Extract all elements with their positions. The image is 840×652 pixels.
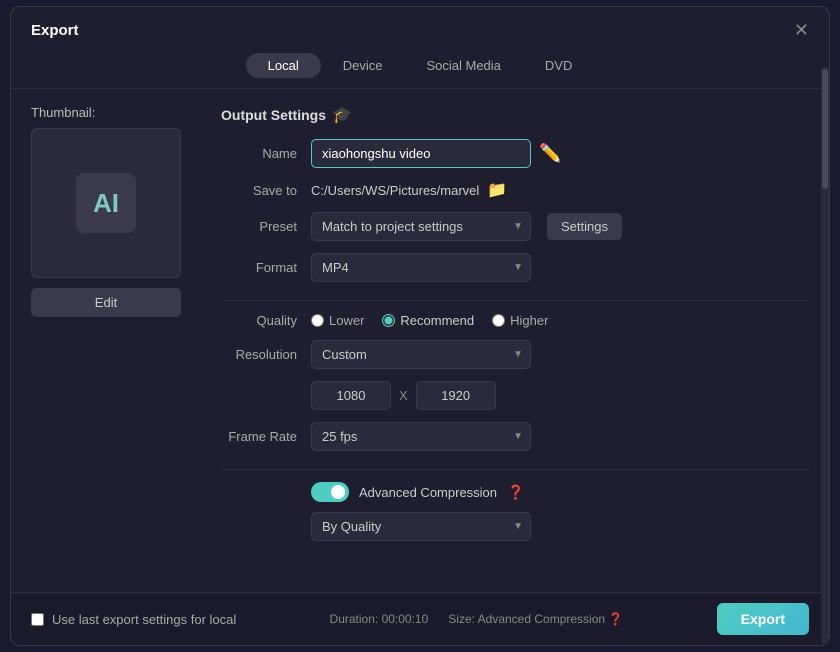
quality-higher-text: Higher xyxy=(510,313,548,328)
thumbnail-label: Thumbnail: xyxy=(31,105,95,120)
dialog-title: Export xyxy=(31,22,79,39)
quality-lower-text: Lower xyxy=(329,313,364,328)
resolution-select[interactable]: Custom xyxy=(311,340,531,369)
thumbnail-icon: AI xyxy=(76,173,136,233)
quality-control: Lower Recommend Higher xyxy=(311,313,809,328)
compression-quality-row: By Quality ▼ xyxy=(221,512,809,541)
size-text: Size: Advanced Compression ❓ xyxy=(448,612,623,626)
section-title: Output Settings 🎓 xyxy=(221,105,809,125)
size-help-icon[interactable]: ❓ xyxy=(608,612,623,626)
quality-lower-label[interactable]: Lower xyxy=(311,313,364,328)
footer: Use last export settings for local Durat… xyxy=(11,592,829,645)
resolution-control: Custom ▼ xyxy=(311,340,809,369)
dialog-header: Export ✕ xyxy=(11,7,829,39)
thumbnail-box: AI xyxy=(31,128,181,278)
output-settings-label: Output Settings xyxy=(221,107,326,123)
export-dialog: Export ✕ Local Device Social Media DVD T… xyxy=(10,6,830,646)
format-select[interactable]: MP4 xyxy=(311,253,531,282)
left-panel: Thumbnail: AI Edit xyxy=(31,105,201,576)
preset-control: Match to project settings ▼ Settings xyxy=(311,212,809,241)
quality-label: Quality xyxy=(221,313,311,328)
quality-radio-group: Lower Recommend Higher xyxy=(311,313,548,328)
settings-button[interactable]: Settings xyxy=(547,213,622,240)
quality-recommend-label[interactable]: Recommend xyxy=(382,313,474,328)
save-path: C:/Users/WS/Pictures/marvel xyxy=(311,183,479,198)
frame-rate-control: 25 fps ▼ xyxy=(311,422,809,451)
help-icon[interactable]: ❓ xyxy=(507,484,524,501)
divider-2 xyxy=(221,469,809,470)
edit-button[interactable]: Edit xyxy=(31,288,181,317)
by-quality-select[interactable]: By Quality xyxy=(311,512,531,541)
format-select-wrap: MP4 ▼ xyxy=(311,253,531,282)
frame-rate-select[interactable]: 25 fps xyxy=(311,422,531,451)
dimensions-row: X xyxy=(221,381,809,410)
preset-label: Preset xyxy=(221,219,311,234)
quality-recommend-text: Recommend xyxy=(400,313,474,328)
preset-select[interactable]: Match to project settings xyxy=(311,212,531,241)
footer-info: Duration: 00:00:10 Size: Advanced Compre… xyxy=(330,612,624,626)
advanced-compression-label: Advanced Compression xyxy=(359,485,497,500)
format-label: Format xyxy=(221,260,311,275)
advanced-compression-toggle[interactable] xyxy=(311,482,349,502)
quality-row: Quality Lower Recommend High xyxy=(221,313,809,328)
use-last-settings-checkbox[interactable] xyxy=(31,613,44,626)
close-button[interactable]: ✕ xyxy=(794,21,809,39)
settings-icon: 🎓 xyxy=(332,105,352,125)
tab-dvd[interactable]: DVD xyxy=(523,53,594,78)
quality-higher-radio[interactable] xyxy=(492,314,505,327)
save-to-control: C:/Users/WS/Pictures/marvel 📁 xyxy=(311,180,809,200)
tab-device[interactable]: Device xyxy=(321,53,405,78)
scrollbar-track[interactable] xyxy=(821,89,829,592)
quality-higher-label[interactable]: Higher xyxy=(492,313,548,328)
folder-icon[interactable]: 📁 xyxy=(487,180,507,200)
frame-rate-select-wrap: 25 fps ▼ xyxy=(311,422,531,451)
tab-social-media[interactable]: Social Media xyxy=(404,53,522,78)
format-control: MP4 ▼ xyxy=(311,253,809,282)
dimensions-control: X xyxy=(311,381,809,410)
quality-lower-radio[interactable] xyxy=(311,314,324,327)
right-panel: Output Settings 🎓 Name ✏️ Save to C:/Use… xyxy=(221,105,809,576)
advanced-compression-row: Advanced Compression ❓ xyxy=(221,482,809,502)
save-to-row: Save to C:/Users/WS/Pictures/marvel 📁 xyxy=(221,180,809,200)
name-input[interactable] xyxy=(311,139,531,168)
preset-row: Preset Match to project settings ▼ Setti… xyxy=(221,212,809,241)
name-control: ✏️ xyxy=(311,139,809,168)
ai-icon-button[interactable]: ✏️ xyxy=(539,143,561,164)
size-label: Size: Advanced Compression xyxy=(448,612,605,626)
scrollbar-thumb[interactable] xyxy=(822,89,828,189)
use-last-settings-text: Use last export settings for local xyxy=(52,612,236,627)
resolution-select-wrap: Custom ▼ xyxy=(311,340,531,369)
height-input[interactable] xyxy=(416,381,496,410)
name-label: Name xyxy=(221,146,311,161)
divider-1 xyxy=(221,300,809,301)
content-area: Thumbnail: AI Edit Output Settings 🎓 Nam… xyxy=(11,89,829,592)
resolution-label: Resolution xyxy=(221,347,311,362)
by-quality-select-wrap: By Quality ▼ xyxy=(311,512,531,541)
resolution-inputs: X xyxy=(311,381,496,410)
name-row: Name ✏️ xyxy=(221,139,809,168)
tab-bar: Local Device Social Media DVD xyxy=(11,39,829,89)
width-input[interactable] xyxy=(311,381,391,410)
frame-rate-label: Frame Rate xyxy=(221,429,311,444)
tab-local[interactable]: Local xyxy=(246,53,321,78)
dimension-separator: X xyxy=(399,388,408,403)
save-to-label: Save to xyxy=(221,183,311,198)
format-row: Format MP4 ▼ xyxy=(221,253,809,282)
resolution-row: Resolution Custom ▼ xyxy=(221,340,809,369)
export-button[interactable]: Export xyxy=(717,603,809,635)
quality-recommend-radio[interactable] xyxy=(382,314,395,327)
duration-text: Duration: 00:00:10 xyxy=(330,612,429,626)
use-last-settings-label[interactable]: Use last export settings for local xyxy=(31,612,236,627)
preset-select-wrap: Match to project settings ▼ xyxy=(311,212,531,241)
frame-rate-row: Frame Rate 25 fps ▼ xyxy=(221,422,809,451)
